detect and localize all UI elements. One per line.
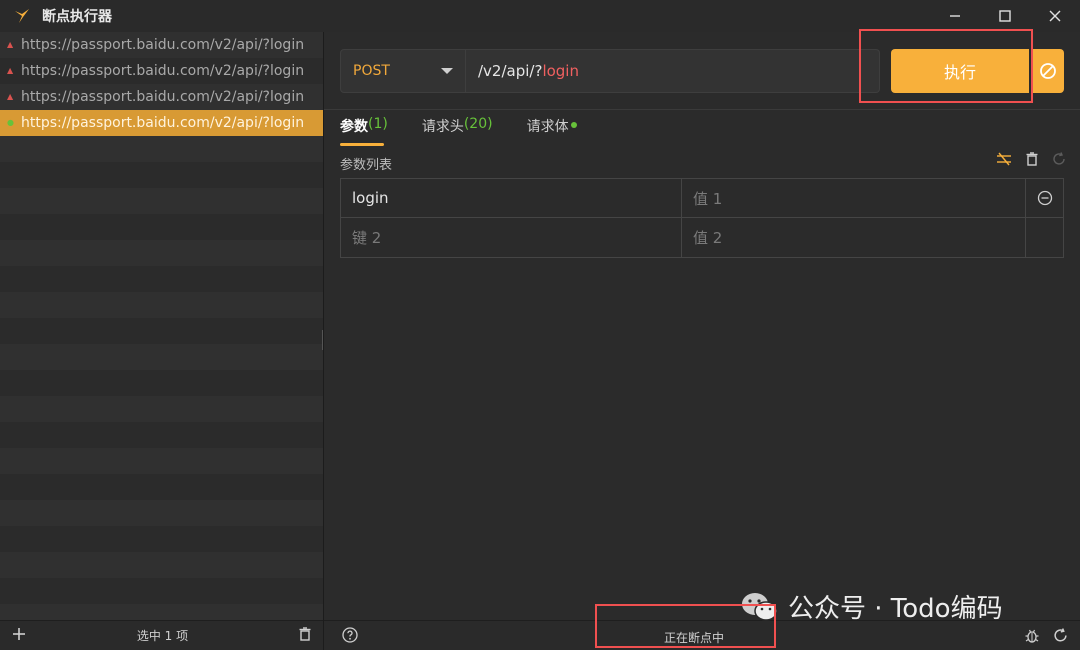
list-item-empty xyxy=(0,526,323,552)
tab-label: 参数 xyxy=(340,119,368,135)
close-icon xyxy=(1049,10,1061,22)
clear-format-button[interactable] xyxy=(996,152,1012,170)
method-value: POST xyxy=(353,63,390,79)
trash-icon xyxy=(299,626,311,641)
upload-arrow-icon: ▲ xyxy=(7,40,14,49)
list-item-empty xyxy=(0,240,323,266)
list-item-empty xyxy=(0,552,323,578)
status-dot-icon: ● xyxy=(7,118,14,127)
url-input[interactable]: /v2/api/? login xyxy=(466,49,880,93)
param-key-input[interactable]: login xyxy=(341,179,682,217)
param-toolbar xyxy=(996,152,1066,170)
minus-circle-icon xyxy=(1037,190,1052,206)
table-row: login 值 1 xyxy=(341,179,1063,218)
list-status-bar: 选中 1 项 xyxy=(0,620,323,650)
app-logo-icon xyxy=(12,6,32,26)
modified-dot-icon xyxy=(570,122,577,128)
help-icon xyxy=(342,627,358,643)
highlight-box-status xyxy=(595,604,776,648)
list-item-empty xyxy=(0,292,323,318)
list-item-empty xyxy=(0,448,323,474)
list-item-url: https://passport.baidu.com/v2/api/?login xyxy=(21,115,305,131)
plus-icon xyxy=(13,627,25,640)
trash-icon xyxy=(1026,152,1038,166)
watermark: 公众号 · Todo编码 xyxy=(740,588,1003,625)
list-item-selected[interactable]: ● https://passport.baidu.com/v2/api/?log… xyxy=(0,110,323,136)
minimize-button[interactable] xyxy=(930,0,980,32)
param-list-title: 参数列表 xyxy=(340,158,393,173)
list-item-empty xyxy=(0,136,323,162)
tab-headers[interactable]: 请求头 (20) xyxy=(422,116,493,146)
refresh-button[interactable] xyxy=(1053,628,1068,647)
divider xyxy=(324,109,1080,110)
highlight-box-execute xyxy=(859,29,1033,103)
list-item-empty xyxy=(0,162,323,188)
maximize-icon xyxy=(999,10,1011,22)
help-button[interactable] xyxy=(342,627,358,647)
tab-bar: 参数 (1) 请求头 (20) 请求体 xyxy=(340,116,611,146)
tab-active-indicator xyxy=(340,143,384,146)
list-item-empty xyxy=(0,370,323,396)
upload-arrow-icon: ▲ xyxy=(7,66,14,75)
remove-row-button[interactable] xyxy=(1026,179,1063,217)
refresh-icon xyxy=(1054,628,1067,642)
param-key-input[interactable]: 键 2 xyxy=(341,218,682,257)
delete-all-button[interactable] xyxy=(1026,152,1038,170)
abort-button[interactable] xyxy=(1031,49,1064,93)
list-item-empty xyxy=(0,474,323,500)
url-query: login xyxy=(542,62,579,80)
list-item-empty xyxy=(0,422,323,448)
list-item[interactable]: ▲ https://passport.baidu.com/v2/api/?log… xyxy=(0,58,323,84)
list-item-empty xyxy=(0,318,323,344)
tab-label: 请求头 xyxy=(421,119,464,135)
row-action-cell xyxy=(1026,218,1063,257)
list-item-url: https://passport.baidu.com/v2/api/?login xyxy=(21,63,305,79)
block-icon xyxy=(1039,63,1056,79)
list-item-empty xyxy=(0,266,323,292)
list-item[interactable]: ▲ https://passport.baidu.com/v2/api/?log… xyxy=(0,32,323,58)
list-item-url: https://passport.baidu.com/v2/api/?login xyxy=(21,89,305,105)
maximize-button[interactable] xyxy=(980,0,1030,32)
title-bar: 断点执行器 xyxy=(0,0,1080,32)
list-item-empty xyxy=(0,396,323,422)
debug-button[interactable] xyxy=(1024,628,1040,648)
param-table: login 值 1 键 2 值 2 xyxy=(340,178,1064,258)
param-value-input[interactable]: 值 1 xyxy=(682,179,1026,217)
tab-count: (20) xyxy=(463,116,493,132)
chevron-down-icon xyxy=(441,68,453,74)
upload-arrow-icon: ▲ xyxy=(7,92,14,101)
list-item-empty xyxy=(0,214,323,240)
request-editor: POST /v2/api/? login 执行 参数 (1) 请求头 (20) 请求体… xyxy=(324,32,1080,620)
selection-count: 选中 1 项 xyxy=(136,629,189,643)
table-row: 键 2 值 2 xyxy=(341,218,1063,257)
param-value-input[interactable]: 值 2 xyxy=(682,218,1026,257)
list-item-empty xyxy=(0,604,323,620)
list-item-url: https://passport.baidu.com/v2/api/?login xyxy=(21,37,305,53)
list-item-empty xyxy=(0,188,323,214)
delete-request-button[interactable] xyxy=(299,626,311,645)
tab-body[interactable]: 请求体 xyxy=(527,116,577,146)
tab-count: (1) xyxy=(368,116,388,132)
list-item-empty xyxy=(0,578,323,604)
close-button[interactable] xyxy=(1030,0,1080,32)
list-item[interactable]: ▲ https://passport.baidu.com/v2/api/?log… xyxy=(0,84,323,110)
request-list: ▲ https://passport.baidu.com/v2/api/?log… xyxy=(0,32,323,620)
bug-icon xyxy=(1025,629,1039,643)
window-controls xyxy=(930,0,1080,32)
minimize-icon xyxy=(950,15,960,17)
url-path: /v2/api/? xyxy=(478,62,543,80)
tab-label: 请求体 xyxy=(526,119,569,135)
watermark-text: 公众号 · Todo编码 xyxy=(788,594,1003,624)
list-item-empty xyxy=(0,344,323,370)
list-item-empty xyxy=(0,500,323,526)
refresh-icon xyxy=(1053,152,1065,165)
add-request-button[interactable] xyxy=(12,627,26,645)
reset-button[interactable] xyxy=(1052,152,1066,170)
strikethrough-icon xyxy=(997,152,1011,166)
tab-params[interactable]: 参数 (1) xyxy=(340,116,388,146)
method-select[interactable]: POST xyxy=(340,49,466,93)
window-title: 断点执行器 xyxy=(42,9,112,25)
